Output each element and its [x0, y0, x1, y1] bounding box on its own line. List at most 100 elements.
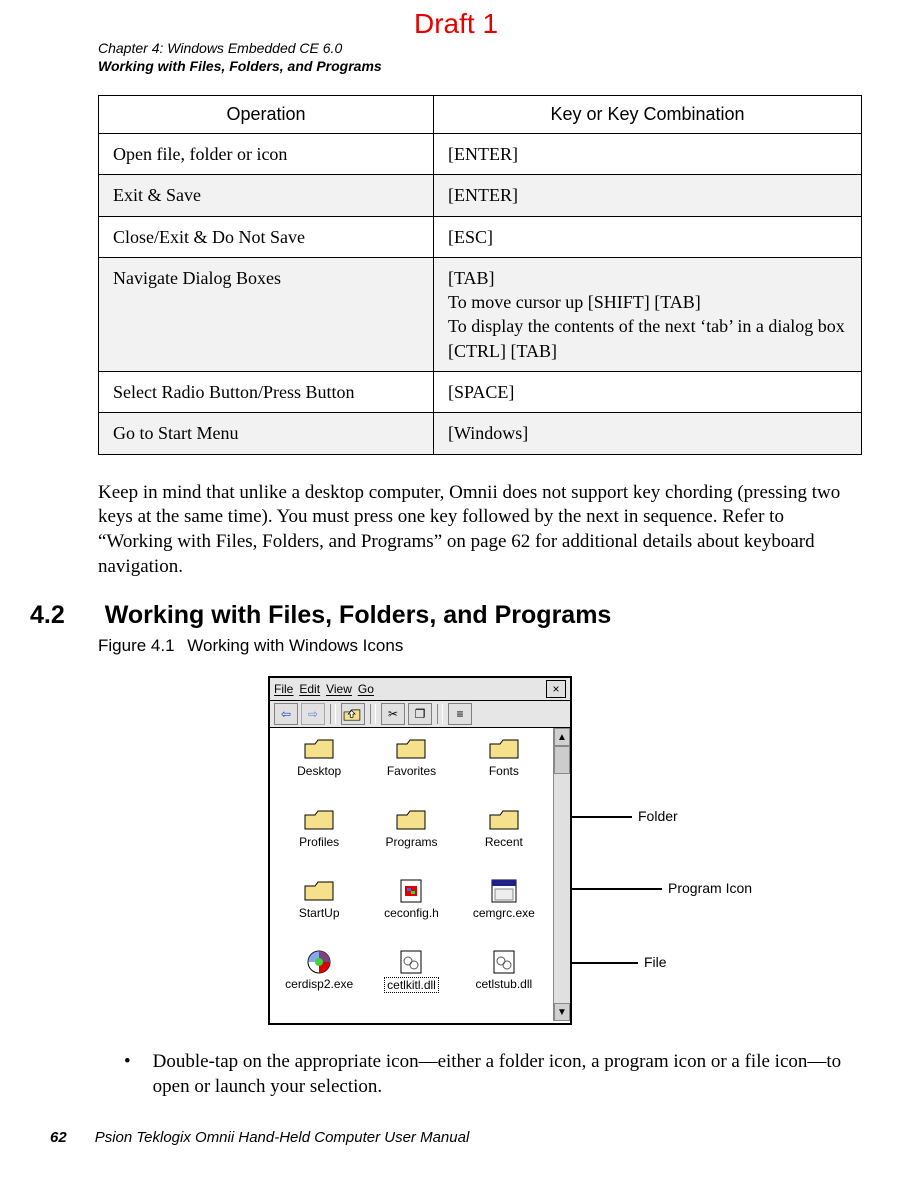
shortcuts-table: Operation Key or Key Combination Open fi…: [98, 95, 862, 455]
header-section: Working with Files, Folders, and Program…: [98, 58, 862, 76]
op-cell: Navigate Dialog Boxes: [99, 257, 434, 371]
bullet-icon: •: [124, 1050, 131, 1099]
key-cell: [Windows]: [434, 413, 862, 454]
menu-view[interactable]: View: [326, 682, 352, 696]
instruction-list: • Double-tap on the appropriate icon—eit…: [98, 1050, 862, 1099]
list-item[interactable]: Desktop: [274, 736, 364, 805]
dll-file-icon: [488, 949, 520, 975]
instruction-text: Double-tap on the appropriate icon—eithe…: [153, 1050, 862, 1099]
dll-file-icon: [395, 949, 427, 975]
op-cell: Exit & Save: [99, 175, 434, 216]
list-item[interactable]: StartUp: [274, 878, 364, 947]
callout-label-program: Program Icon: [668, 880, 752, 896]
folder-icon: [488, 807, 520, 833]
list-item[interactable]: cerdisp2.exe: [274, 949, 364, 1018]
toolbar: ⇦ ⇨ ✂ ❐ ≡: [270, 701, 570, 728]
file-explorer-window: File Edit View Go × ⇦ ⇨ ✂ ❐: [268, 676, 572, 1025]
item-label: Favorites: [387, 764, 436, 778]
menu-bar: File Edit View Go ×: [270, 678, 570, 701]
folder-up-icon: [342, 701, 364, 727]
forward-button[interactable]: ⇨: [301, 703, 325, 725]
op-cell: Open file, folder or icon: [99, 134, 434, 175]
item-label: cemgrc.exe: [473, 906, 535, 920]
key-cell: [ENTER]: [434, 175, 862, 216]
table-row: Close/Exit & Do Not Save[ESC]: [99, 216, 862, 257]
table-header-key: Key or Key Combination: [434, 96, 862, 134]
key-cell: [SPACE]: [434, 372, 862, 413]
folder-icon: [303, 807, 335, 833]
table-header-operation: Operation: [99, 96, 434, 134]
properties-button[interactable]: ≡: [448, 703, 472, 725]
table-row: Select Radio Button/Press Button[SPACE]: [99, 372, 862, 413]
menu-edit[interactable]: Edit: [299, 682, 320, 696]
menu-file[interactable]: File: [274, 682, 293, 696]
toolbar-separator: [437, 704, 443, 724]
exe-icon: [303, 949, 335, 975]
scroll-up-arrow-icon[interactable]: ▲: [554, 728, 570, 746]
list-item[interactable]: cemgrc.exe: [459, 878, 549, 947]
op-cell: Close/Exit & Do Not Save: [99, 216, 434, 257]
figure-number: Figure 4.1: [98, 636, 175, 655]
list-item[interactable]: Profiles: [274, 807, 364, 876]
program-icon: [488, 878, 520, 904]
scroll-down-arrow-icon[interactable]: ▼: [554, 1003, 570, 1021]
h-file-icon: [395, 878, 427, 904]
copy-button[interactable]: ❐: [408, 703, 432, 725]
list-item[interactable]: cetlstub.dll: [459, 949, 549, 1018]
list-item[interactable]: cetlkitl.dll: [366, 949, 456, 1018]
scrollbar[interactable]: ▲ ▼: [553, 728, 570, 1021]
back-button[interactable]: ⇦: [274, 703, 298, 725]
running-header: Chapter 4: Windows Embedded CE 6.0 Worki…: [98, 40, 862, 75]
close-button[interactable]: ×: [546, 680, 566, 698]
paragraph-keyboard-note: Keep in mind that unlike a desktop compu…: [98, 481, 862, 580]
table-row: Navigate Dialog Boxes[TAB] To move curso…: [99, 257, 862, 371]
figure-area: Folder Program Icon File File Edit View …: [98, 676, 862, 1046]
draft-watermark: Draft 1: [414, 8, 498, 40]
list-item[interactable]: Favorites: [366, 736, 456, 805]
op-cell: Select Radio Button/Press Button: [99, 372, 434, 413]
header-chapter: Chapter 4: Windows Embedded CE 6.0: [98, 40, 862, 58]
list-item[interactable]: ceconfig.h: [366, 878, 456, 947]
section-heading: 4.2 Working with Files, Folders, and Pro…: [30, 601, 862, 630]
callout-label-file: File: [644, 954, 667, 970]
footer-title: Psion Teklogix Omnii Hand-Held Computer …: [95, 1129, 470, 1146]
item-label: cetlkitl.dll: [384, 977, 439, 993]
list-item[interactable]: Programs: [366, 807, 456, 876]
list-item[interactable]: Fonts: [459, 736, 549, 805]
table-row: Exit & Save[ENTER]: [99, 175, 862, 216]
scroll-thumb[interactable]: [554, 746, 570, 774]
section-title: Working with Files, Folders, and Program…: [105, 601, 612, 630]
figure-title: Working with Windows Icons: [187, 636, 403, 655]
cut-button[interactable]: ✂: [381, 703, 405, 725]
key-cell: [TAB] To move cursor up [SHIFT] [TAB] To…: [434, 257, 862, 371]
item-label: Recent: [485, 835, 523, 849]
item-label: cerdisp2.exe: [285, 977, 353, 991]
item-label: Programs: [385, 835, 437, 849]
callout-label-folder: Folder: [638, 808, 678, 824]
item-label: Desktop: [297, 764, 341, 778]
file-explorer-content: Desktop Favorites Fonts Profiles Program…: [270, 728, 553, 1021]
item-label: cetlstub.dll: [475, 977, 532, 991]
key-cell: [ESC]: [434, 216, 862, 257]
list-item[interactable]: Recent: [459, 807, 549, 876]
item-label: StartUp: [299, 906, 340, 920]
table-row: Go to Start Menu[Windows]: [99, 413, 862, 454]
toolbar-separator: [370, 704, 376, 724]
toolbar-separator: [330, 704, 336, 724]
item-label: Fonts: [489, 764, 519, 778]
item-label: ceconfig.h: [384, 906, 439, 920]
folder-icon: [488, 736, 520, 762]
table-row: Open file, folder or icon[ENTER]: [99, 134, 862, 175]
folder-icon: [303, 878, 335, 904]
folder-icon: [303, 736, 335, 762]
page-footer: 62 Psion Teklogix Omnii Hand-Held Comput…: [0, 1129, 912, 1146]
menu-go[interactable]: Go: [358, 682, 374, 696]
key-cell: [ENTER]: [434, 134, 862, 175]
up-button[interactable]: [341, 703, 365, 725]
op-cell: Go to Start Menu: [99, 413, 434, 454]
folder-icon: [395, 736, 427, 762]
section-number: 4.2: [30, 601, 65, 630]
page-number: 62: [50, 1129, 67, 1146]
figure-caption: Figure 4.1 Working with Windows Icons: [98, 636, 862, 656]
list-item: • Double-tap on the appropriate icon—eit…: [124, 1050, 862, 1099]
